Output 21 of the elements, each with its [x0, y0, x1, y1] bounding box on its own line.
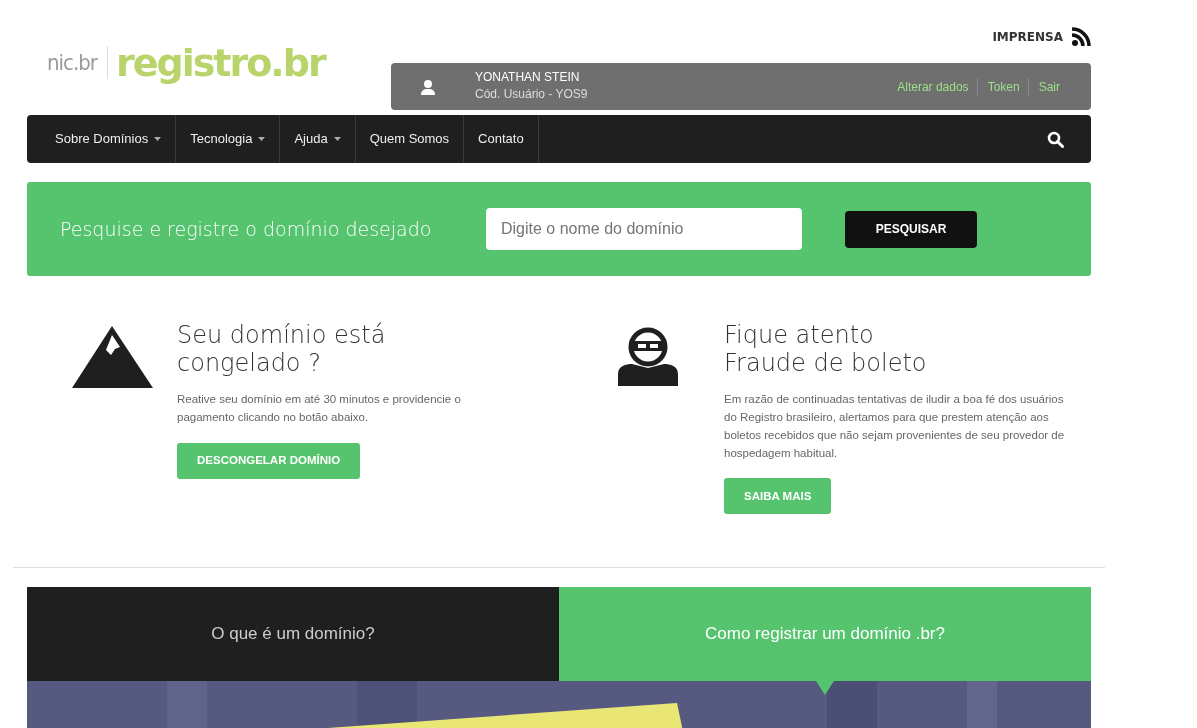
user-name: YONATHAN STEIN [475, 70, 581, 85]
rss-icon[interactable] [1071, 27, 1091, 47]
nav-menu-item[interactable]: Tecnologia [176, 115, 281, 163]
nav-menu-item[interactable]: Contato [464, 115, 539, 163]
search-heading: Pesquise e registre o domínio desejado [60, 216, 433, 242]
feature-heading: Seu domínio está congelado ? [177, 322, 386, 378]
feature-heading: Fique atento Fraude de boleto [724, 322, 927, 378]
mountain-icon [72, 326, 153, 388]
user-code: Cód. Usuário - YOS9 [475, 85, 588, 103]
nav-menu-item[interactable]: Quem Somos [355, 115, 465, 163]
search-button[interactable]: PESQUISAR [845, 210, 977, 248]
nav-menu-item[interactable]: Sobre Domínios [27, 115, 177, 163]
press-link[interactable]: IMPRENSA [992, 28, 1063, 46]
info-tab[interactable]: O que é um domínio? [27, 587, 559, 681]
search-icon[interactable] [1047, 130, 1064, 148]
feature-description: Em razão de continuadas tentativas de iludir a boa fé dos usuários do Registro brasileiro, alertamos para que prestem atenção aos boletos recebidos que não sejam provenientes de seu provedor de hospedagem habitual. [724, 392, 1066, 461]
feature-description: Reative seu domínio em até 30 minutos e providencie o pagamento clicando no botão abaixo. [177, 392, 462, 425]
user-icon [421, 78, 435, 95]
nav-menu-item[interactable]: Ajuda [280, 115, 356, 163]
domain-search-field[interactable]: Digite o nome do domínio [486, 208, 802, 250]
masked-person-icon [618, 326, 678, 386]
